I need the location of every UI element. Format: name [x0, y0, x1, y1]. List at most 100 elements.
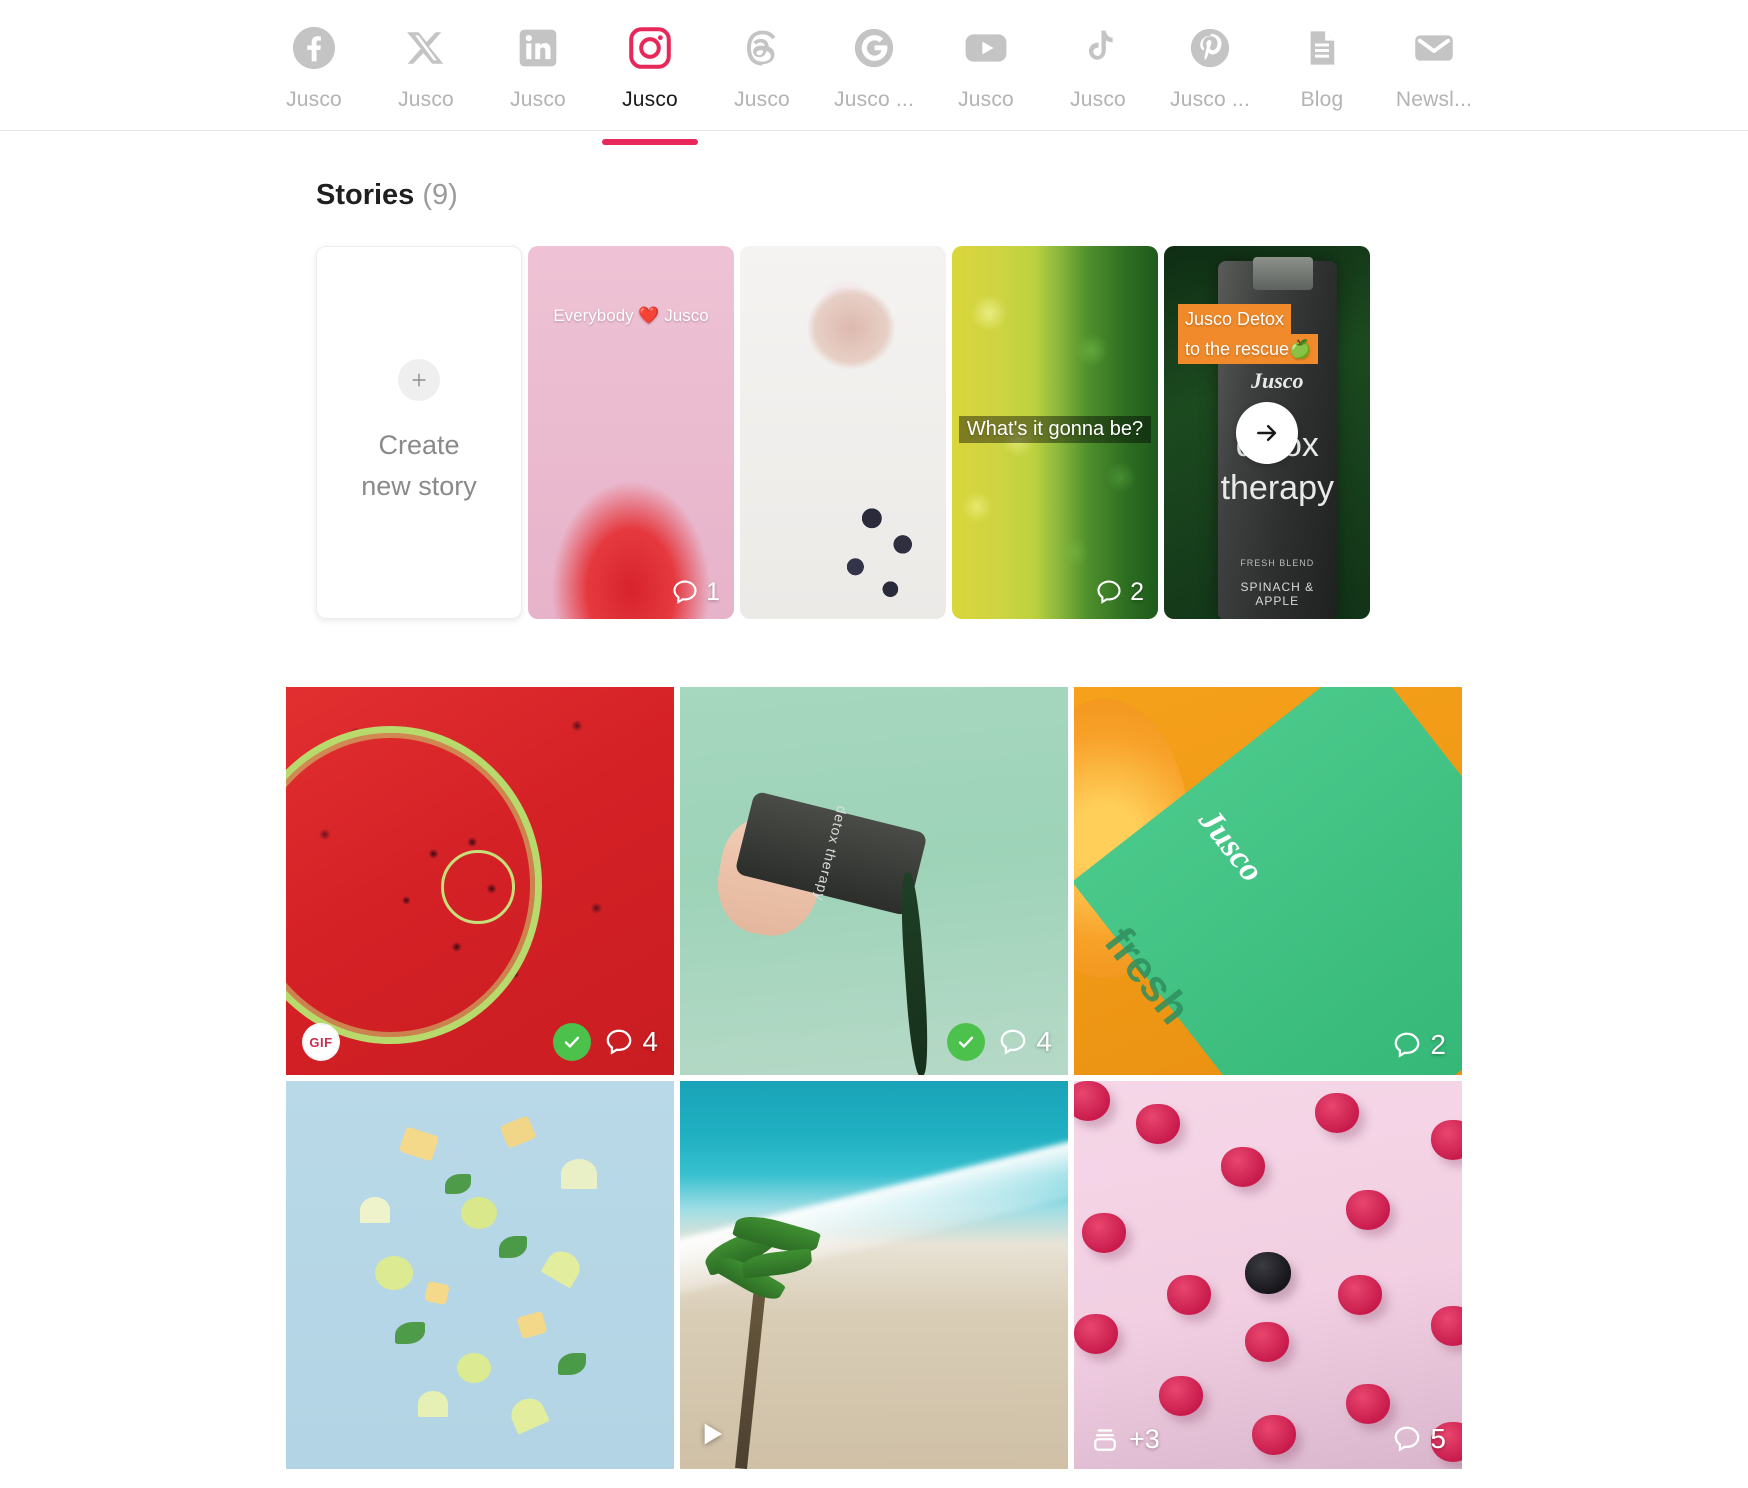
post-badges-left: [696, 1418, 728, 1455]
tab-linkedin[interactable]: Jusco: [482, 14, 594, 131]
tab-label: Jusco: [1070, 88, 1126, 111]
content-inner: Stories (9) Create new story Everybody ❤…: [274, 179, 1474, 1469]
active-tab-underline: [602, 139, 698, 145]
stack-layers-icon: [1094, 1428, 1116, 1451]
tab-threads[interactable]: Jusco: [706, 14, 818, 131]
google-business-icon: [851, 20, 897, 76]
tab-blog[interactable]: Blog: [1266, 14, 1378, 131]
post-badges-left: +3: [1090, 1424, 1160, 1455]
post-comment-count: 4: [642, 1026, 658, 1057]
tab-label: Newsl...: [1395, 88, 1473, 111]
create-new-story-card[interactable]: Create new story: [316, 246, 522, 619]
post-tile-limes[interactable]: [286, 1081, 674, 1469]
threads-icon: [740, 20, 784, 76]
pinterest-icon: [1187, 20, 1233, 76]
story-comment-badge[interactable]: 2: [1094, 577, 1144, 607]
story-overlay-highlight: What's it gonna be?: [958, 416, 1152, 443]
post-comment-badge[interactable]: 5: [1391, 1423, 1446, 1455]
tab-label: Jusco: [286, 88, 342, 111]
story-comment-count: 1: [706, 577, 720, 606]
stories-next-button[interactable]: [1236, 401, 1298, 464]
post-badges-right: 4: [553, 1023, 658, 1061]
content-area: Stories (9) Create new story Everybody ❤…: [0, 131, 1748, 1469]
tab-google-business[interactable]: Jusco ...: [818, 14, 930, 131]
post-tile-orange[interactable]: Jusco fresh 2: [1074, 687, 1462, 1075]
blackberry-graphic: [1244, 1251, 1291, 1294]
linkedin-icon: [516, 20, 560, 76]
bottle-sub-2: SPINACH & APPLE: [1240, 579, 1315, 608]
post-tile-beach[interactable]: [680, 1081, 1068, 1469]
post-badges-right: 5: [1391, 1423, 1446, 1455]
post-tile-watermelon[interactable]: GIF 4: [286, 687, 674, 1075]
tab-youtube[interactable]: Jusco: [930, 14, 1042, 131]
post-tile-raspberries[interactable]: +3 5: [1074, 1081, 1462, 1469]
tab-label: Jusco: [398, 88, 454, 111]
facebook-icon: [291, 20, 337, 76]
story-overlay-text: Jusco Detox to the rescue🍏: [1164, 304, 1370, 365]
post-thumbnail: detox therapy: [680, 687, 1068, 1075]
story-comment-badge[interactable]: 1: [670, 577, 720, 607]
bottle-brand: Jusco: [1251, 368, 1304, 394]
tab-newsletter[interactable]: Newsl...: [1378, 14, 1490, 131]
create-new-story-label: Create new story: [361, 425, 477, 506]
create-line-1: Create: [378, 430, 460, 460]
tab-label: Jusco: [510, 88, 566, 111]
approved-status-badge: [947, 1023, 986, 1061]
blog-document-icon: [1301, 20, 1343, 76]
approved-status-badge: [553, 1023, 592, 1061]
tiktok-icon: [1076, 20, 1120, 76]
watermelon-spiral: [441, 849, 515, 924]
story-overlay-line-1: Jusco Detox: [1178, 304, 1292, 335]
bottle-line-2: therapy: [1220, 468, 1334, 507]
tab-pinterest[interactable]: Jusco ...: [1154, 14, 1266, 131]
juice-stream-graphic: [898, 871, 932, 1075]
comment-icon: [673, 580, 697, 604]
post-badges-right: 2: [1391, 1029, 1446, 1061]
arrow-right-icon: [1257, 424, 1277, 441]
story-card-smoothie[interactable]: [740, 246, 946, 619]
create-line-2: new story: [361, 470, 477, 501]
post-comment-count: 2: [1430, 1029, 1446, 1060]
post-comment-badge[interactable]: 2: [1391, 1029, 1446, 1061]
channel-tabs: Jusco Jusco Jusco Jusco Jusco Jusco ... …: [258, 0, 1490, 145]
tab-label: Jusco ...: [834, 88, 914, 111]
story-card-strawberry[interactable]: Everybody ❤️ Jusco 1: [528, 246, 734, 619]
carousel-badge: +3: [1090, 1424, 1160, 1455]
stories-row: Create new story Everybody ❤️ Jusco 1 Wh…: [316, 246, 1474, 619]
post-comment-count: 4: [1036, 1026, 1052, 1057]
story-comment-count: 2: [1130, 577, 1144, 606]
section-title-text: Stories: [316, 179, 415, 211]
post-tile-pour[interactable]: detox therapy 4: [680, 687, 1068, 1075]
youtube-icon: [962, 20, 1010, 76]
tab-label: Jusco ...: [1170, 88, 1250, 111]
comment-icon: [1001, 1029, 1026, 1055]
bottle-cap: [1253, 257, 1314, 290]
page-title: Stories (9): [316, 179, 1474, 212]
newsletter-envelope-icon: [1411, 20, 1457, 76]
comment-icon: [1097, 580, 1121, 604]
bottle-label-text: detox therapy: [811, 804, 851, 904]
story-card-detox[interactable]: Jusco detox therapy FRESH BLEND SPINACH …: [1164, 246, 1370, 619]
tab-label: Jusco: [958, 88, 1014, 111]
story-overlay-line-2: to the rescue🍏: [1178, 334, 1319, 365]
comment-icon: [607, 1029, 632, 1055]
post-thumbnail: Jusco fresh: [1074, 687, 1462, 1075]
channel-tab-bar: Jusco Jusco Jusco Jusco Jusco Jusco ... …: [0, 0, 1748, 145]
tab-facebook[interactable]: Jusco: [258, 14, 370, 131]
plus-icon: [398, 359, 440, 401]
post-comment-badge[interactable]: 4: [997, 1026, 1052, 1058]
carousel-more-count: +3: [1129, 1424, 1160, 1454]
tab-x-twitter[interactable]: Jusco: [370, 14, 482, 131]
play-icon[interactable]: [696, 1418, 728, 1455]
tab-instagram[interactable]: Jusco: [594, 14, 706, 145]
post-thumbnail: [1074, 1081, 1462, 1469]
post-comment-badge[interactable]: 4: [603, 1026, 658, 1058]
story-overlay-text: Everybody ❤️ Jusco: [553, 306, 709, 325]
check-circle-icon: [959, 1036, 974, 1048]
tab-tiktok[interactable]: Jusco: [1042, 14, 1154, 131]
post-badges-right: 4: [947, 1023, 1052, 1061]
post-thumbnail: [286, 687, 674, 1075]
check-circle-icon: [565, 1036, 580, 1048]
story-card-citrus[interactable]: What's it gonna be? 2: [952, 246, 1158, 619]
bottle-sub-1: FRESH BLEND: [1240, 558, 1315, 569]
